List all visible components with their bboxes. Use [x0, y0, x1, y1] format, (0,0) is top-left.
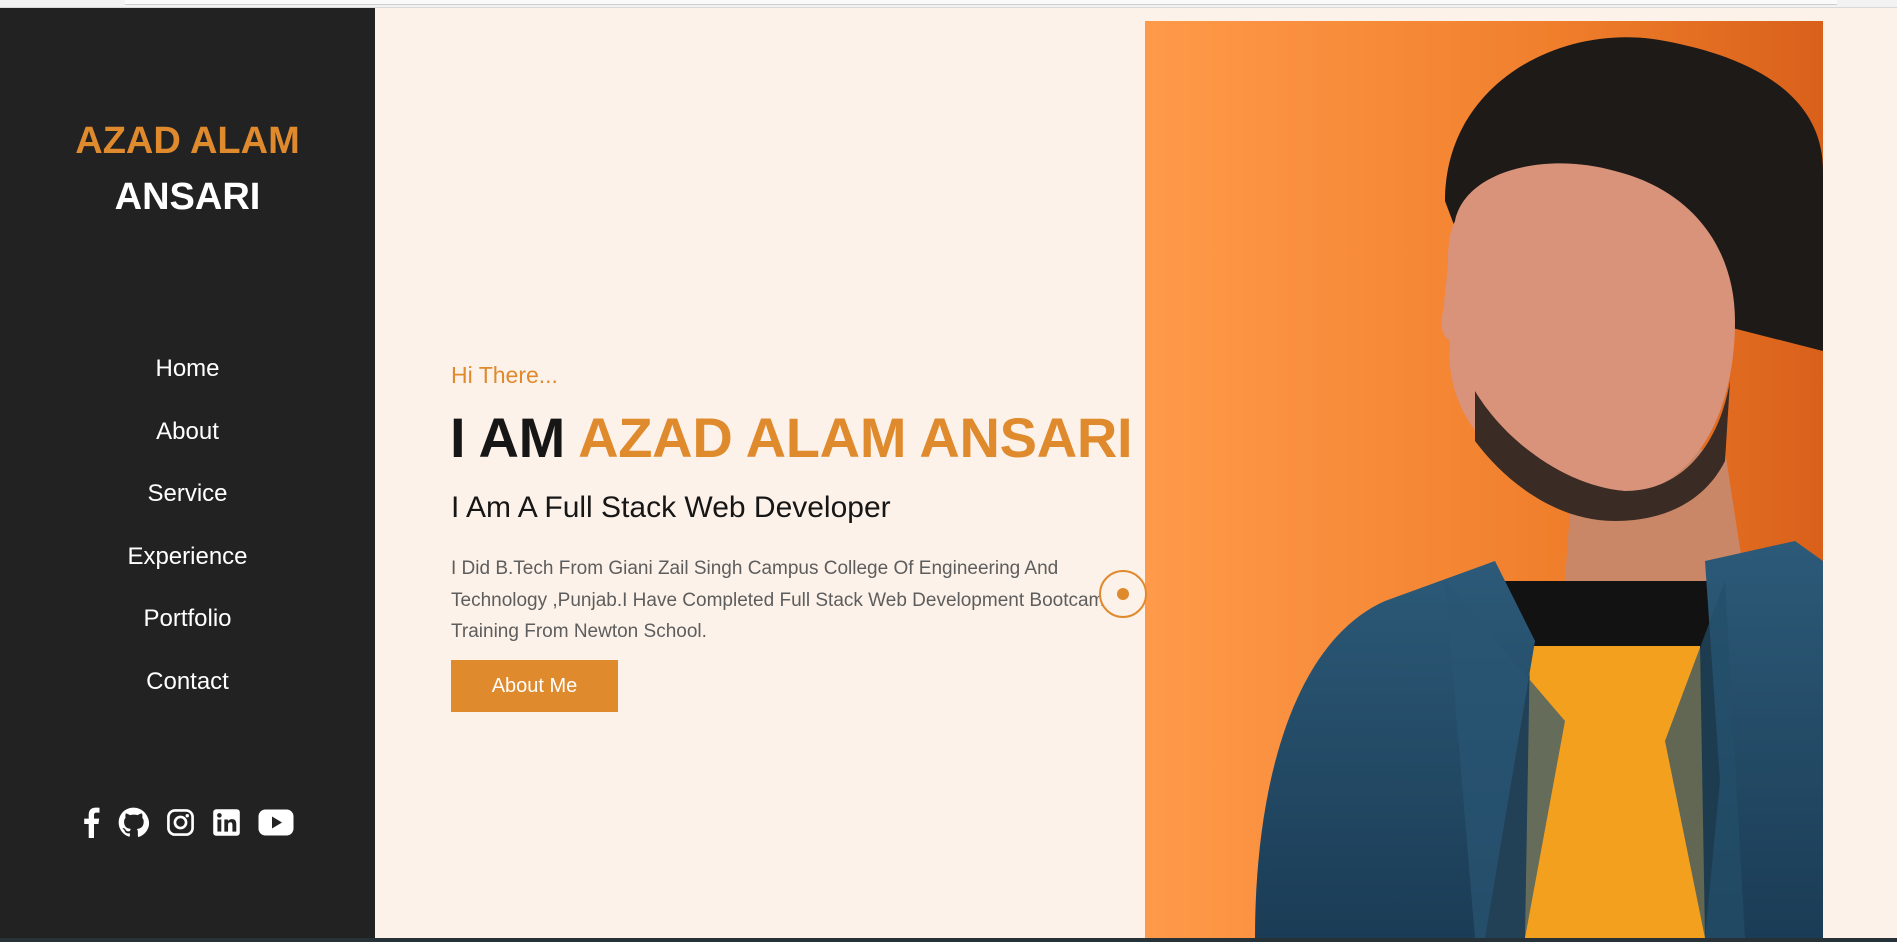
github-icon[interactable]	[118, 807, 149, 838]
nav-link-service[interactable]: Service	[147, 480, 227, 508]
nav-item-about: About	[0, 401, 375, 464]
hero-subtitle: I Am A Full Stack Web Developer	[451, 491, 891, 524]
nav-link-home[interactable]: Home	[155, 355, 219, 383]
browser-top-strip	[0, 0, 1897, 8]
nav-link-contact[interactable]: Contact	[146, 668, 229, 696]
hero-section: Hi There... I AM AZAD ALAM ANSARI I Am A…	[375, 8, 1897, 938]
hero-description: I Did B.Tech From Giani Zail Singh Campu…	[451, 558, 1115, 642]
social-links	[0, 806, 375, 838]
nav-item-home: Home	[0, 338, 375, 401]
nav-item-portfolio: Portfolio	[0, 588, 375, 651]
page-bottom-strip	[0, 938, 1897, 942]
nav-link-about[interactable]: About	[156, 418, 219, 446]
brand-logo[interactable]: AZAD ALAM ANSARI	[0, 113, 375, 225]
headline-name: AZAD ALAM ANSARI	[578, 406, 1133, 469]
profile-photo	[1145, 21, 1823, 938]
nav-item-service: Service	[0, 463, 375, 526]
profile-photo-illustration	[1145, 21, 1823, 938]
sidebar-nav: Home About Service Experience Portfolio …	[0, 338, 375, 713]
hero-greeting: Hi There...	[451, 362, 558, 388]
youtube-icon[interactable]	[258, 809, 294, 836]
brand-line-1: AZAD ALAM	[75, 120, 300, 162]
about-me-button[interactable]: About Me	[451, 660, 618, 712]
sidebar: AZAD ALAM ANSARI Home About Service Expe…	[0, 8, 375, 938]
nav-item-experience: Experience	[0, 526, 375, 589]
nav-item-contact: Contact	[0, 651, 375, 714]
nav-link-portfolio[interactable]: Portfolio	[143, 605, 231, 633]
hero-headline: I AM AZAD ALAM ANSARI	[450, 405, 1133, 470]
slider-indicator[interactable]	[1099, 570, 1147, 618]
facebook-icon[interactable]	[81, 806, 101, 838]
indicator-dot	[1117, 588, 1129, 600]
headline-prefix: I AM	[450, 406, 579, 469]
brand-line-2: ANSARI	[114, 176, 261, 218]
instagram-icon[interactable]	[166, 808, 195, 837]
linkedin-icon[interactable]	[212, 808, 241, 837]
nav-link-experience[interactable]: Experience	[127, 543, 247, 571]
